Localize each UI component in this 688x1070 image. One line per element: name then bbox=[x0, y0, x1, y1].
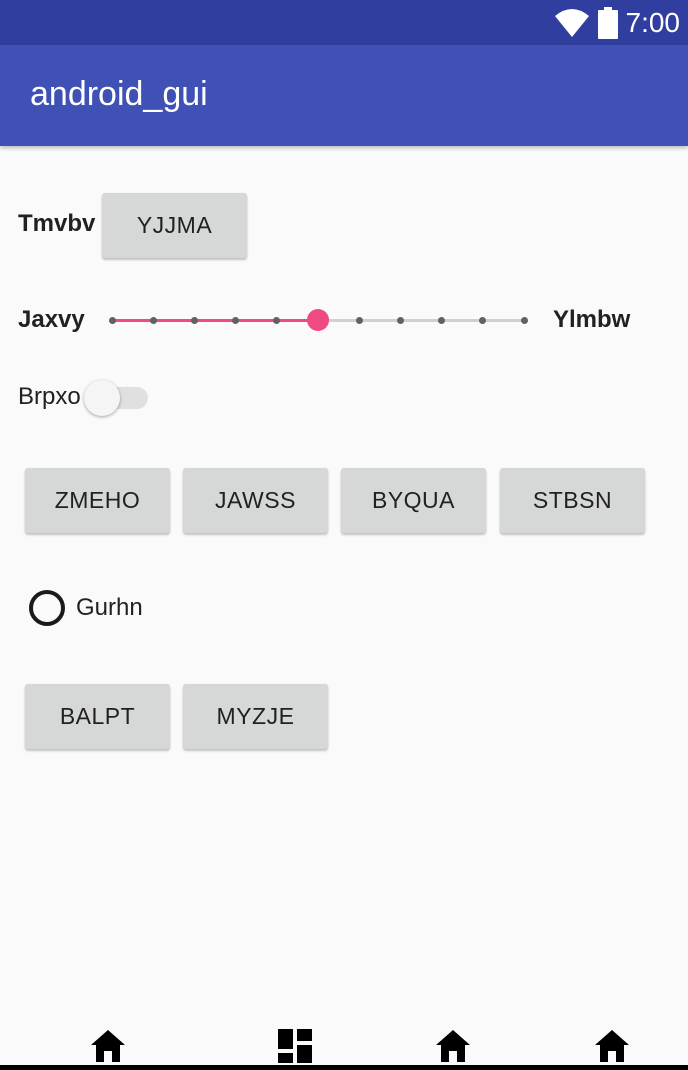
slider-tick bbox=[396, 317, 404, 324]
home-icon[interactable] bbox=[90, 1029, 126, 1063]
radio-circle[interactable] bbox=[29, 590, 65, 626]
slider-tick bbox=[149, 317, 157, 324]
slider-tick bbox=[232, 317, 240, 324]
home-icon[interactable] bbox=[435, 1029, 471, 1063]
slider-right-label: Ylmbw bbox=[553, 306, 631, 333]
myzje-button[interactable]: MYZJE bbox=[183, 684, 328, 749]
slider-tick bbox=[190, 317, 198, 324]
battery-icon bbox=[597, 6, 618, 39]
slider-tick bbox=[520, 317, 528, 324]
seek-bar[interactable] bbox=[100, 300, 536, 340]
zmeho-button[interactable]: ZMEHO bbox=[25, 468, 170, 533]
status-time: 7:00 bbox=[625, 6, 681, 38]
slider-tick bbox=[479, 317, 487, 324]
status-icons: 7:00 bbox=[554, 0, 681, 45]
app-bar: android_gui bbox=[0, 45, 688, 146]
slider-left-label: Jaxvy bbox=[18, 306, 85, 333]
dashboard-icon[interactable] bbox=[278, 1029, 312, 1063]
toggle-switch[interactable] bbox=[82, 378, 152, 418]
switch-label: Brpxo bbox=[18, 383, 81, 410]
radio-gurhn[interactable]: Gurhn bbox=[25, 586, 155, 630]
slider-track-fill bbox=[112, 319, 318, 322]
status-bar: 7:00 bbox=[0, 0, 688, 45]
slider-tick bbox=[108, 317, 116, 324]
slider-tick bbox=[438, 317, 446, 324]
wifi-icon bbox=[554, 8, 589, 37]
home-icon[interactable] bbox=[594, 1029, 630, 1063]
byqua-button[interactable]: BYQUA bbox=[341, 468, 486, 533]
radio-label: Gurhn bbox=[76, 594, 143, 621]
slider-thumb[interactable] bbox=[307, 309, 329, 331]
yjjma-button[interactable]: YJJMA bbox=[102, 193, 247, 258]
jawss-button[interactable]: JAWSS bbox=[183, 468, 328, 533]
navigation-bar bbox=[0, 1015, 688, 1070]
slider-tick bbox=[355, 317, 363, 324]
app-title: android_gui bbox=[30, 75, 208, 113]
slider-tick bbox=[273, 317, 281, 324]
balpt-button[interactable]: BALPT bbox=[25, 684, 170, 749]
stbsn-button[interactable]: STBSN bbox=[500, 468, 645, 533]
switch-thumb bbox=[84, 380, 120, 416]
nav-bar-edge bbox=[0, 1065, 688, 1070]
row1-label: Tmvbv bbox=[18, 210, 96, 237]
